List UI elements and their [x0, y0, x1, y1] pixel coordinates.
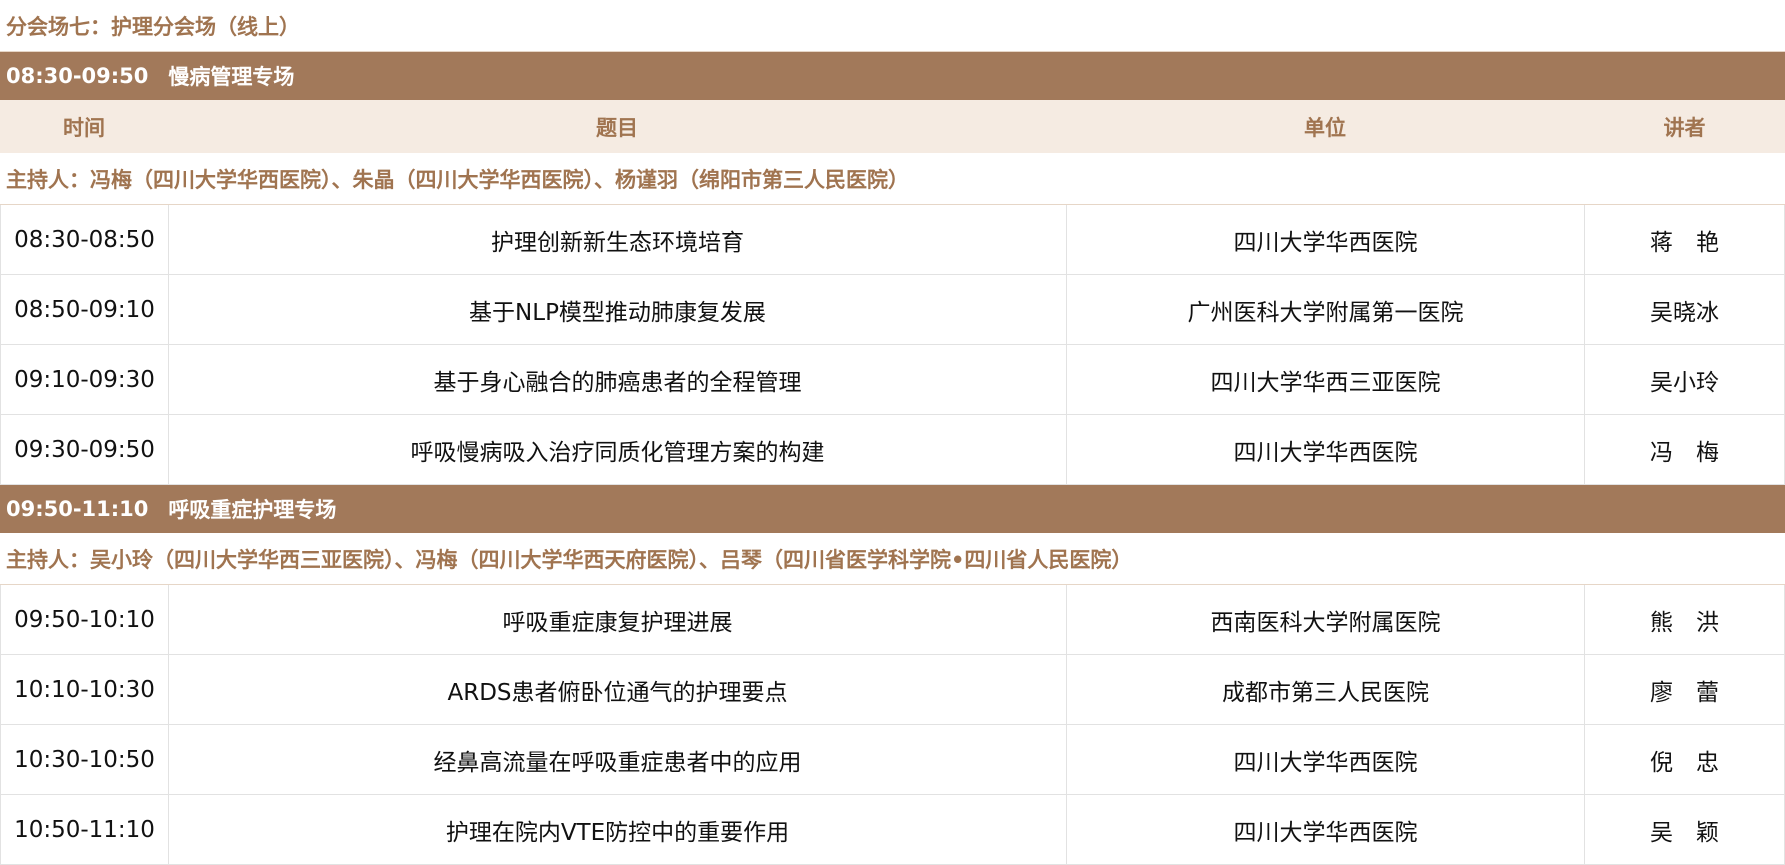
session-name: 呼吸重症护理专场: [168, 498, 337, 522]
talk-topic: ARDS患者俯卧位通气的护理要点: [168, 655, 1066, 724]
talk-topic: 呼吸慢病吸入治疗同质化管理方案的构建: [168, 415, 1066, 484]
talk-topic: 护理在院内VTE防控中的重要作用: [168, 795, 1066, 864]
talk-time: 10:30-10:50: [0, 725, 168, 794]
session-header-2: 09:50-11:10 呼吸重症护理专场: [0, 485, 1785, 533]
page-title: 分会场七：护理分会场（线上）: [0, 0, 1785, 52]
table-row: 09:30-09:50 呼吸慢病吸入治疗同质化管理方案的构建 四川大学华西医院 …: [0, 415, 1785, 485]
talk-unit: 成都市第三人民医院: [1066, 655, 1584, 724]
talk-time: 10:10-10:30: [0, 655, 168, 724]
column-header-time: 时间: [63, 115, 105, 140]
talk-speaker: 蒋 艳: [1584, 205, 1785, 274]
talk-speaker: 吴晓冰: [1584, 275, 1785, 344]
talk-speaker: 吴 颖: [1584, 795, 1785, 864]
talk-topic: 护理创新新生态环境培育: [168, 205, 1066, 274]
talk-unit: 广州医科大学附属第一医院: [1066, 275, 1584, 344]
table-row: 08:50-09:10 基于NLP模型推动肺康复发展 广州医科大学附属第一医院 …: [0, 275, 1785, 345]
talk-unit: 四川大学华西医院: [1066, 415, 1584, 484]
talk-time: 09:10-09:30: [0, 345, 168, 414]
session-hosts-1: 主持人：冯梅（四川大学华西医院）、朱晶（四川大学华西医院）、杨谨羽（绵阳市第三人…: [0, 153, 1785, 205]
schedule-sheet: 分会场七：护理分会场（线上） 08:30-09:50 慢病管理专场 时间 题目 …: [0, 0, 1785, 865]
session-header-1: 08:30-09:50 慢病管理专场: [0, 52, 1785, 100]
talk-time: 09:50-10:10: [0, 585, 168, 654]
talk-topic: 基于NLP模型推动肺康复发展: [168, 275, 1066, 344]
session-time: 09:50-11:10: [6, 497, 149, 521]
talk-time: 09:30-09:50: [0, 415, 168, 484]
talk-speaker: 熊 洪: [1584, 585, 1785, 654]
table-row: 10:10-10:30 ARDS患者俯卧位通气的护理要点 成都市第三人民医院 廖…: [0, 655, 1785, 725]
table-row: 09:50-10:10 呼吸重症康复护理进展 西南医科大学附属医院 熊 洪: [0, 585, 1785, 655]
column-header-row: 时间 题目 单位 讲者: [0, 100, 1785, 153]
column-header-unit: 单位: [1304, 115, 1346, 140]
talk-unit: 西南医科大学附属医院: [1066, 585, 1584, 654]
table-row: 10:50-11:10 护理在院内VTE防控中的重要作用 四川大学华西医院 吴 …: [0, 795, 1785, 865]
table-row: 08:30-08:50 护理创新新生态环境培育 四川大学华西医院 蒋 艳: [0, 205, 1785, 275]
talk-speaker: 冯 梅: [1584, 415, 1785, 484]
talk-topic: 呼吸重症康复护理进展: [168, 585, 1066, 654]
talk-unit: 四川大学华西医院: [1066, 795, 1584, 864]
table-row: 09:10-09:30 基于身心融合的肺癌患者的全程管理 四川大学华西三亚医院 …: [0, 345, 1785, 415]
session-time: 08:30-09:50: [6, 64, 149, 88]
session-hosts-2: 主持人：吴小玲（四川大学华西三亚医院）、冯梅（四川大学华西天府医院）、吕琴（四川…: [0, 533, 1785, 585]
column-header-topic: 题目: [596, 115, 638, 140]
column-header-speaker: 讲者: [1663, 115, 1706, 140]
table-row: 10:30-10:50 经鼻高流量在呼吸重症患者中的应用 四川大学华西医院 倪 …: [0, 725, 1785, 795]
talk-topic: 经鼻高流量在呼吸重症患者中的应用: [168, 725, 1066, 794]
talk-topic: 基于身心融合的肺癌患者的全程管理: [168, 345, 1066, 414]
talk-time: 08:50-09:10: [0, 275, 168, 344]
talk-unit: 四川大学华西医院: [1066, 205, 1584, 274]
talk-speaker: 倪 忠: [1584, 725, 1785, 794]
session-name: 慢病管理专场: [168, 65, 295, 89]
talk-unit: 四川大学华西医院: [1066, 725, 1584, 794]
talk-speaker: 吴小玲: [1584, 345, 1785, 414]
talk-unit: 四川大学华西三亚医院: [1066, 345, 1584, 414]
talk-time: 10:50-11:10: [0, 795, 168, 864]
talk-time: 08:30-08:50: [0, 205, 168, 274]
talk-speaker: 廖 蕾: [1584, 655, 1785, 724]
